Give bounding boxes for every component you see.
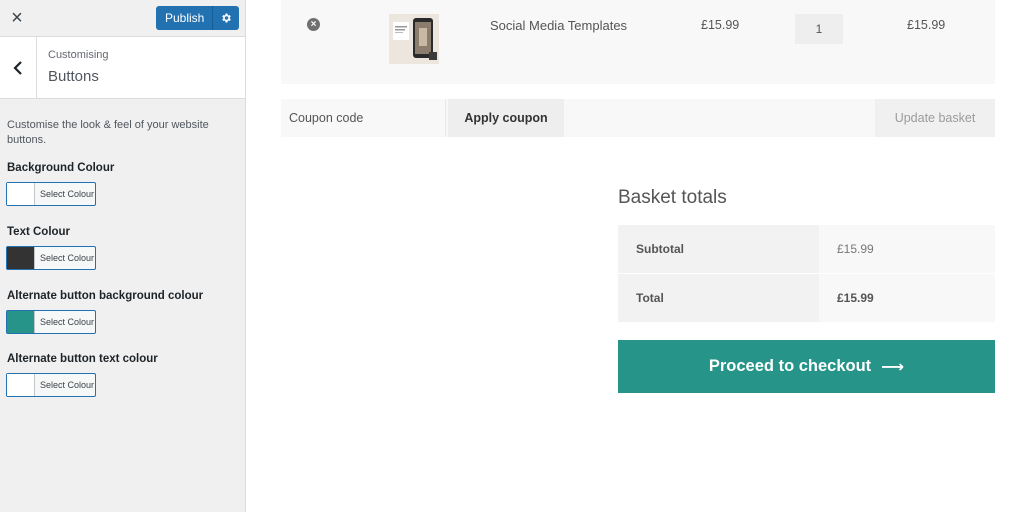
remove-item-icon[interactable]: ×	[307, 18, 320, 31]
product-subtotal: £15.99	[907, 18, 946, 32]
close-icon[interactable]: ×	[0, 0, 34, 36]
product-name-link[interactable]: Social Media Templates	[490, 18, 627, 33]
subtotal-row: Subtotal £15.99	[618, 225, 995, 274]
basket-totals-heading: Basket totals	[618, 187, 727, 208]
update-basket-button[interactable]: Update basket	[875, 99, 995, 137]
total-value: £15.99	[819, 274, 995, 322]
product-image	[389, 14, 439, 64]
total-label: Total	[618, 274, 819, 322]
section-title: Buttons	[48, 68, 99, 85]
colour-swatch	[7, 374, 35, 396]
coupon-code-input[interactable]	[281, 99, 446, 137]
total-row: Total £15.99	[618, 274, 995, 322]
colour-swatch	[7, 183, 35, 205]
colour-swatch	[7, 311, 35, 333]
alt-background-colour-picker[interactable]: Select Colour	[6, 310, 96, 334]
breadcrumb: Customising	[48, 49, 109, 61]
publish-settings-button[interactable]	[213, 6, 240, 30]
publish-button[interactable]: Publish	[156, 6, 214, 30]
background-colour-label: Background Colour	[7, 162, 115, 174]
select-colour-text: Select Colour	[35, 247, 95, 269]
cart-item-row: × Social Media Templates £15.99 £15.99	[281, 0, 995, 84]
section-header: Customising Buttons	[0, 37, 245, 99]
basket-totals-table: Subtotal £15.99 Total £15.99	[618, 225, 995, 322]
alt-background-colour-label: Alternate button background colour	[7, 290, 204, 302]
checkout-label: Proceed to checkout	[708, 357, 872, 375]
back-button[interactable]	[0, 37, 37, 98]
select-colour-text: Select Colour	[35, 183, 95, 205]
text-colour-label: Text Colour	[7, 226, 71, 238]
subtotal-label: Subtotal	[618, 225, 819, 273]
panel-description: Customise the look & feel of your websit…	[7, 119, 209, 146]
cart-actions: Apply coupon Update basket	[281, 99, 995, 137]
product-thumbnail[interactable]	[389, 14, 439, 64]
site-preview: × Social Media Templates £15.99 £15.99 A…	[247, 0, 1024, 512]
arrow-right-icon: ⟶	[881, 358, 905, 376]
chevron-left-icon	[13, 60, 22, 75]
publish-group: Publish	[156, 6, 240, 30]
text-colour-picker[interactable]: Select Colour	[6, 246, 96, 270]
alt-text-colour-picker[interactable]: Select Colour	[6, 373, 96, 397]
subtotal-value: £15.99	[819, 225, 995, 273]
apply-coupon-button[interactable]: Apply coupon	[448, 99, 564, 137]
proceed-to-checkout-button[interactable]: Proceed to checkout ⟶	[618, 340, 995, 393]
background-colour-picker[interactable]: Select Colour	[6, 182, 96, 206]
colour-swatch	[7, 247, 35, 269]
select-colour-text: Select Colour	[35, 374, 95, 396]
customizer-header: × Publish	[0, 0, 245, 37]
customizer-sidebar: × Publish Customising Buttons Customise …	[0, 0, 246, 512]
product-price: £15.99	[701, 18, 740, 32]
alt-text-colour-label: Alternate button text colour	[7, 353, 158, 365]
select-colour-text: Select Colour	[35, 311, 95, 333]
gear-icon	[222, 13, 232, 23]
quantity-input[interactable]	[795, 14, 843, 44]
